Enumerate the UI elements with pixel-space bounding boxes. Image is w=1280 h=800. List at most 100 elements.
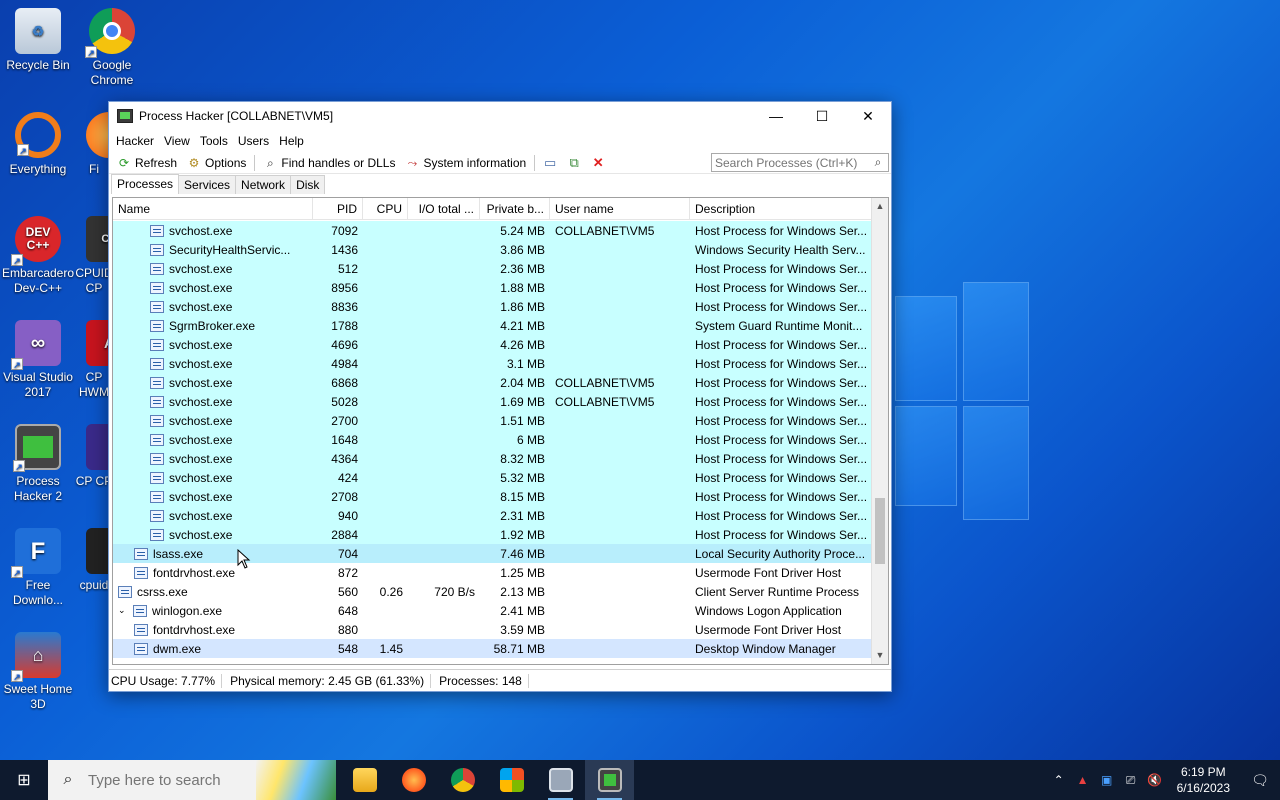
desktop-icon-process-hacker[interactable]: ↗ Process Hacker 2 <box>0 418 76 504</box>
process-row[interactable]: svchost.exe 940 2.31 MB Host Process for Wi… <box>113 506 873 525</box>
free-download-manager-tray-icon[interactable]: ▣ <box>1095 773 1119 787</box>
tab-services[interactable]: Services <box>178 175 237 194</box>
process-row[interactable]: svchost.exe 512 2.36 MB Host Process for Wi… <box>113 259 873 278</box>
process-row[interactable]: SgrmBroker.exe 1788 4.21 MB System Guard Ru… <box>113 316 873 335</box>
process-hacker-window: Process Hacker [COLLABNET\VM5] — ☐ ✕ Hac… <box>108 101 892 692</box>
process-name: svchost.exe <box>169 261 233 276</box>
process-row[interactable]: ⌄ winlogon.exe 648 2.41 MB Windows Logon App… <box>113 601 873 620</box>
process-icon <box>150 528 164 541</box>
network-icon[interactable]: ⎚ <box>1119 773 1143 788</box>
scrollbar-thumb[interactable] <box>875 498 885 564</box>
process-row[interactable]: svchost.exe 1648 6 MB Host Process for Wind… <box>113 430 873 449</box>
process-private-bytes: 8.32 MB <box>500 451 545 466</box>
desktop-icon-free-download-manager[interactable]: F ↗ Free Downlo... <box>0 522 76 608</box>
window-icon[interactable]: ▭ <box>541 155 559 171</box>
process-row[interactable]: svchost.exe 424 5.32 MB Host Process for Wi… <box>113 468 873 487</box>
refresh-icon: ⟳ <box>118 155 130 170</box>
scroll-up-icon[interactable]: ▲ <box>872 198 888 215</box>
process-row[interactable]: fontdrvhost.exe 880 3.59 MB Usermode Font D… <box>113 620 873 639</box>
process-name: winlogon.exe <box>152 603 223 618</box>
clock[interactable]: 6:19 PM 6/16/2023 <box>1167 764 1240 796</box>
taskbar-process-hacker[interactable] <box>585 760 634 800</box>
tab-processes[interactable]: Processes <box>111 174 180 194</box>
system-information-button[interactable]: ⤳ System information <box>400 153 531 173</box>
taskbar-store[interactable] <box>487 760 536 800</box>
column-user-name[interactable]: User name <box>550 198 690 219</box>
desktop-icon-everything[interactable]: ↗ Everything <box>0 106 76 177</box>
process-row[interactable]: svchost.exe 7092 5.24 MB COLLABNET\VM5 Host … <box>113 221 873 240</box>
tab-disk[interactable]: Disk <box>290 175 326 194</box>
chevron-down-icon[interactable]: ⌄ <box>118 605 130 616</box>
column-description[interactable]: Description <box>690 198 873 219</box>
start-button[interactable]: ⊞ <box>0 760 48 800</box>
process-description: Host Process for Windows Ser... <box>695 451 868 466</box>
desktop-icon-devcpp[interactable]: DEV C++ ↗ Embarcadero Dev-C++ <box>0 210 76 296</box>
process-name: svchost.exe <box>169 356 233 371</box>
process-private-bytes: 4.21 MB <box>500 318 545 333</box>
sweet-home-3d-icon: ⌂ ↗ <box>11 632 61 682</box>
monitor-icon <box>548 768 573 792</box>
menu-tools[interactable]: Tools <box>195 134 233 148</box>
process-row[interactable]: svchost.exe 4696 4.26 MB Host Process for W… <box>113 335 873 354</box>
process-icon <box>150 243 164 256</box>
process-row[interactable]: SecurityHealthServic... 1436 3.86 MB Window… <box>113 240 873 259</box>
taskbar-remote-app[interactable] <box>536 760 585 800</box>
process-row[interactable]: lsass.exe 704 7.46 MB Local Security Author… <box>113 544 873 563</box>
process-row[interactable]: fontdrvhost.exe 872 1.25 MB Usermode Font D… <box>113 563 873 582</box>
close-button[interactable]: ✕ <box>845 102 891 130</box>
process-row[interactable]: svchost.exe 2700 1.51 MB Host Process for W… <box>113 411 873 430</box>
vertical-scrollbar[interactable]: ▲ ▼ <box>871 198 888 664</box>
process-row[interactable]: svchost.exe 4984 3.1 MB Host Process for Wi… <box>113 354 873 373</box>
maximize-button[interactable]: ☐ <box>799 102 845 130</box>
hwmonitor-tray-icon[interactable]: ▲ <box>1071 773 1095 787</box>
process-pid: 2884 <box>331 527 358 542</box>
refresh-button[interactable]: ⟳ Refresh <box>112 153 182 173</box>
desktop-icon-chrome[interactable]: ↗ Google Chrome <box>74 2 150 88</box>
process-row[interactable]: svchost.exe 4364 8.32 MB Host Process for W… <box>113 449 873 468</box>
process-row[interactable]: svchost.exe 5028 1.69 MB COLLABNET\VM5 Host … <box>113 392 873 411</box>
desktop-icon-sweet-home-3d[interactable]: ⌂ ↗ Sweet Home 3D <box>0 626 76 712</box>
scroll-down-icon[interactable]: ▼ <box>872 647 888 664</box>
notification-center-icon[interactable]: 🗨 <box>1240 772 1280 789</box>
process-row[interactable]: svchost.exe 8956 1.88 MB Host Process for W… <box>113 278 873 297</box>
search-processes-input[interactable] <box>712 155 870 170</box>
process-row[interactable]: svchost.exe 8836 1.86 MB Host Process for W… <box>113 297 873 316</box>
title-bar[interactable]: Process Hacker [COLLABNET\VM5] — ☐ ✕ <box>109 102 891 130</box>
taskbar-file-explorer[interactable] <box>340 760 389 800</box>
desktop-icon-recycle-bin[interactable]: ♻ Recycle Bin <box>0 2 76 73</box>
taskbar-chrome[interactable] <box>438 760 487 800</box>
search-icon[interactable]: ⌕ <box>870 155 886 170</box>
search-box[interactable]: ⌕ <box>711 153 889 172</box>
process-name: svchost.exe <box>169 451 233 466</box>
column-pid[interactable]: PID <box>313 198 363 219</box>
column-io-total[interactable]: I/O total ... <box>408 198 480 219</box>
taskbar-search[interactable]: ⌕ <box>48 760 336 800</box>
column-private-bytes[interactable]: Private b... <box>480 198 550 219</box>
process-description: Host Process for Windows Ser... <box>695 470 868 485</box>
chevron-up-icon[interactable]: ⌃ <box>1047 773 1071 787</box>
taskbar-firefox[interactable] <box>389 760 438 800</box>
volume-muted-icon[interactable]: 🔇 <box>1143 773 1167 787</box>
process-icon <box>118 585 132 598</box>
process-row[interactable]: dwm.exe 548 1.45 58.71 MB Desktop Window Man… <box>113 639 873 658</box>
process-row[interactable]: svchost.exe 2708 8.15 MB Host Process for W… <box>113 487 873 506</box>
process-row[interactable]: svchost.exe 2884 1.92 MB Host Process for W… <box>113 525 873 544</box>
column-name[interactable]: Name <box>113 198 313 219</box>
find-handles-button[interactable]: ⌕ Find handles or DLLs <box>258 153 400 173</box>
desktop-icon-visual-studio[interactable]: ∞ ↗ Visual Studio 2017 <box>0 314 76 400</box>
process-row[interactable]: csrss.exe 560 0.26 720 B/s 2.13 MB Client Ser… <box>113 582 873 601</box>
process-pid: 424 <box>337 470 358 485</box>
column-cpu[interactable]: CPU <box>363 198 408 219</box>
tab-network[interactable]: Network <box>235 175 292 194</box>
process-row[interactable]: svchost.exe 6868 2.04 MB COLLABNET\VM5 Host … <box>113 373 873 392</box>
menu-hacker[interactable]: Hacker <box>111 134 159 148</box>
menu-view[interactable]: View <box>159 134 195 148</box>
find-window-icon[interactable]: ⧉ <box>565 155 583 171</box>
options-button[interactable]: ⚙ Options <box>182 153 251 173</box>
menu-help[interactable]: Help <box>274 134 309 148</box>
process-hacker-icon <box>597 768 622 792</box>
minimize-button[interactable]: — <box>753 102 799 130</box>
terminate-icon[interactable]: ✕ <box>589 155 607 171</box>
menu-users[interactable]: Users <box>233 134 274 148</box>
process-icon <box>134 566 148 579</box>
